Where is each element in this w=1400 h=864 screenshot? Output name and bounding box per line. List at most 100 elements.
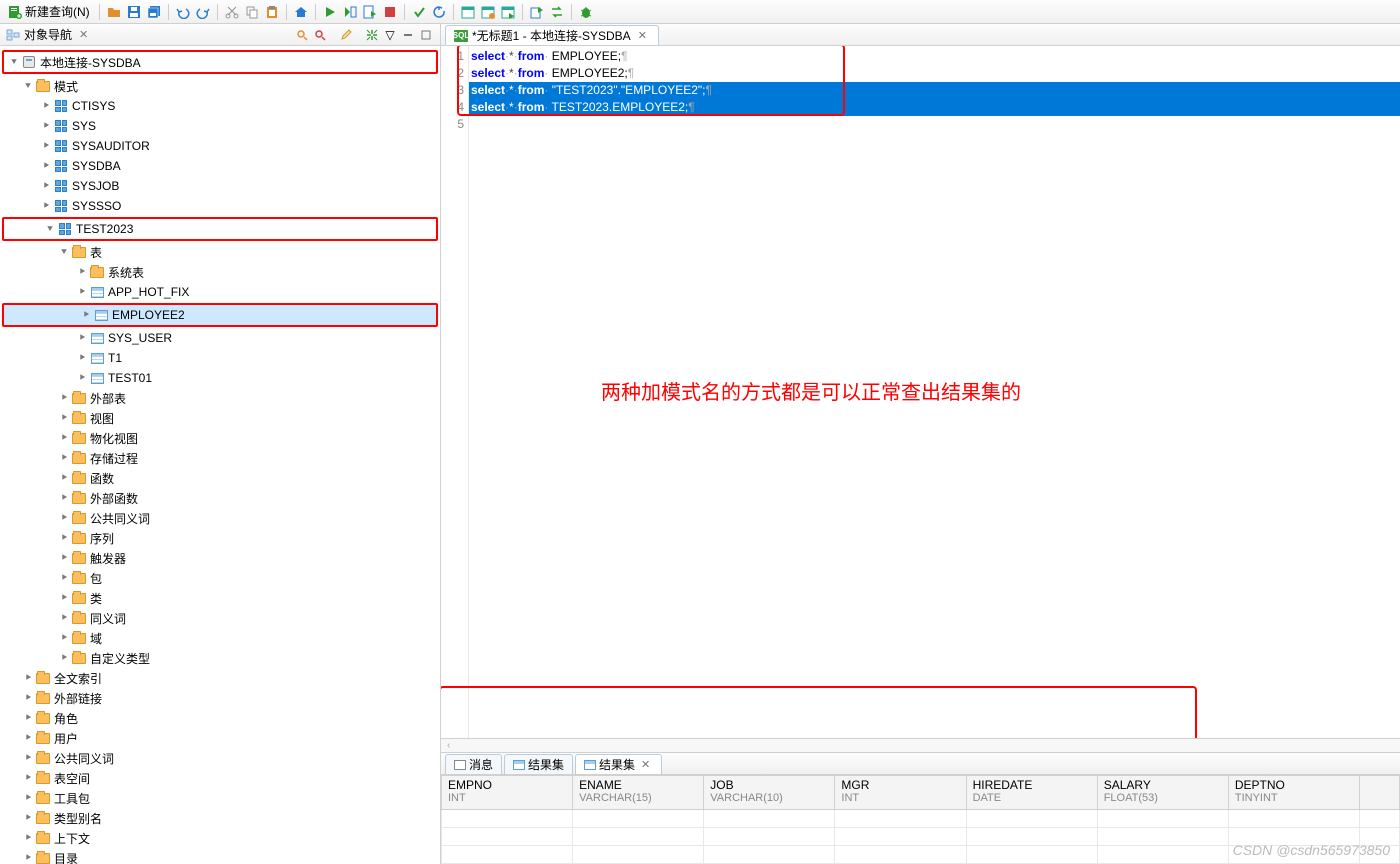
tree-toggle-icon[interactable]: ⯈	[40, 161, 52, 172]
root-folder[interactable]: ⯈上下文	[0, 828, 440, 848]
undo-icon[interactable]	[174, 3, 192, 21]
redo-icon[interactable]	[194, 3, 212, 21]
schema-subfolder[interactable]: ⯈序列	[0, 528, 440, 548]
tree-toggle-icon[interactable]: ⯈	[76, 333, 88, 344]
schema-subfolder[interactable]: ⯈物化视图	[0, 428, 440, 448]
column-header[interactable]: MGRINT	[835, 776, 966, 810]
table-node[interactable]: ⯈T1	[0, 348, 440, 368]
tree-toggle-icon[interactable]: ⯆	[44, 224, 56, 235]
expand-all-icon[interactable]	[364, 27, 380, 43]
tree-toggle-icon[interactable]: ⯈	[22, 773, 34, 784]
tree-toggle-icon[interactable]: ⯈	[58, 473, 70, 484]
column-header[interactable]: ENAMEVARCHAR(15)	[573, 776, 704, 810]
schema-node[interactable]: ⯈CTISYS	[0, 96, 440, 116]
editor-tab-close-icon[interactable]: ✕	[635, 29, 650, 42]
schema-node[interactable]: ⯈SYS	[0, 116, 440, 136]
transfer-icon[interactable]	[548, 3, 566, 21]
column-header[interactable]: EMPNOINT	[442, 776, 573, 810]
schema-subfolder[interactable]: ⯈包	[0, 568, 440, 588]
tree-toggle-icon[interactable]: ⯈	[22, 673, 34, 684]
tree-toggle-icon[interactable]: ⯈	[40, 201, 52, 212]
result-tab[interactable]: 结果集	[504, 754, 573, 774]
tree-toggle-icon[interactable]: ⯈	[76, 353, 88, 364]
schema-subfolder[interactable]: ⯈触发器	[0, 548, 440, 568]
tree-toggle-icon[interactable]: ⯈	[22, 753, 34, 764]
edit-icon[interactable]	[338, 27, 354, 43]
tree-toggle-icon[interactable]: ⯈	[58, 653, 70, 664]
tree-toggle-icon[interactable]: ⯈	[58, 553, 70, 564]
table-node[interactable]: ⯈SYS_USER	[0, 328, 440, 348]
system-tables-folder[interactable]: ⯈系统表	[0, 262, 440, 282]
root-folder[interactable]: ⯈角色	[0, 708, 440, 728]
debug-step-icon[interactable]	[341, 3, 359, 21]
save-all-icon[interactable]	[145, 3, 163, 21]
result-tab[interactable]: 消息	[445, 754, 502, 774]
result-panel-handle[interactable]: ‹	[441, 739, 1400, 753]
tree-toggle-icon[interactable]: ⯈	[58, 533, 70, 544]
new-query-button[interactable]: 新建查询(N)	[4, 3, 94, 20]
tree-toggle-icon[interactable]: ⯈	[58, 493, 70, 504]
tree-toggle-icon[interactable]: ⯈	[76, 373, 88, 384]
tree-toggle-icon[interactable]: ⯈	[40, 121, 52, 132]
schema-subfolder[interactable]: ⯈同义词	[0, 608, 440, 628]
schema-subfolder[interactable]: ⯈外部表	[0, 388, 440, 408]
root-folder[interactable]: ⯈公共同义词	[0, 748, 440, 768]
tree-toggle-icon[interactable]: ⯆	[22, 81, 34, 92]
root-folder[interactable]: ⯈外部链接	[0, 688, 440, 708]
schema-folder[interactable]: ⯆模式	[0, 76, 440, 96]
open-icon[interactable]	[105, 3, 123, 21]
root-folder[interactable]: ⯈工具包	[0, 788, 440, 808]
schema-subfolder[interactable]: ⯈视图	[0, 408, 440, 428]
tree-toggle-icon[interactable]: ⯆	[58, 247, 70, 258]
tables-folder[interactable]: ⯆表	[0, 242, 440, 262]
export-icon[interactable]	[528, 3, 546, 21]
tree-toggle-icon[interactable]: ⯈	[76, 287, 88, 298]
tree-toggle-icon[interactable]: ⯈	[40, 101, 52, 112]
tree-toggle-icon[interactable]: ⯈	[58, 413, 70, 424]
run-icon[interactable]	[321, 3, 339, 21]
column-header[interactable]: DEPTNOTINYINT	[1228, 776, 1359, 810]
schema-node[interactable]: ⯈SYSAUDITOR	[0, 136, 440, 156]
root-folder[interactable]: ⯈表空间	[0, 768, 440, 788]
root-folder[interactable]: ⯈类型别名	[0, 808, 440, 828]
column-header[interactable]: JOBVARCHAR(10)	[704, 776, 835, 810]
tree-toggle-icon[interactable]: ⯈	[58, 593, 70, 604]
root-folder[interactable]: ⯈用户	[0, 728, 440, 748]
rollback-icon[interactable]	[430, 3, 448, 21]
tree-toggle-icon[interactable]: ⯈	[58, 393, 70, 404]
tree-toggle-icon[interactable]: ⯈	[22, 733, 34, 744]
schema-subfolder[interactable]: ⯈公共同义词	[0, 508, 440, 528]
result-tab-close-icon[interactable]: ✕	[638, 758, 653, 771]
tree-toggle-icon[interactable]: ⯈	[22, 713, 34, 724]
home-icon[interactable]	[292, 3, 310, 21]
save-icon[interactable]	[125, 3, 143, 21]
tree-toggle-icon[interactable]: ⯈	[22, 833, 34, 844]
tree-toggle-icon[interactable]: ⯈	[40, 181, 52, 192]
tree-toggle-icon[interactable]: ⯈	[58, 513, 70, 524]
bug-icon[interactable]	[577, 3, 595, 21]
connection-node[interactable]: ⯆本地连接-SYSDBA	[4, 52, 436, 72]
schema-subfolder[interactable]: ⯈外部函数	[0, 488, 440, 508]
tree-toggle-icon[interactable]: ⯈	[22, 793, 34, 804]
calendar2-icon[interactable]	[479, 3, 497, 21]
schema-subfolder[interactable]: ⯈域	[0, 628, 440, 648]
root-folder[interactable]: ⯈全文索引	[0, 668, 440, 688]
paste-icon[interactable]	[263, 3, 281, 21]
editor-tab[interactable]: SQL *无标题1 - 本地连接-SYSDBA ✕	[445, 25, 659, 45]
table-row[interactable]	[442, 810, 1400, 828]
find-object2-icon[interactable]	[312, 27, 328, 43]
sql-editor[interactable]: 12345 select·*·from· EMPLOYEE;¶select·*·…	[441, 46, 1400, 738]
maximize-icon[interactable]	[418, 27, 434, 43]
table-node[interactable]: ⯈EMPLOYEE2	[4, 305, 436, 325]
table-node[interactable]: ⯈TEST01	[0, 368, 440, 388]
calendar1-icon[interactable]	[459, 3, 477, 21]
calendar3-icon[interactable]	[499, 3, 517, 21]
stop-icon[interactable]	[381, 3, 399, 21]
tree-toggle-icon[interactable]: ⯈	[58, 573, 70, 584]
tree-toggle-icon[interactable]: ⯈	[22, 853, 34, 864]
tree-toggle-icon[interactable]: ⯈	[58, 433, 70, 444]
run-script-icon[interactable]	[361, 3, 379, 21]
tree-toggle-icon[interactable]: ⯈	[80, 310, 92, 321]
schema-node[interactable]: ⯈SYSJOB	[0, 176, 440, 196]
table-node[interactable]: ⯈APP_HOT_FIX	[0, 282, 440, 302]
